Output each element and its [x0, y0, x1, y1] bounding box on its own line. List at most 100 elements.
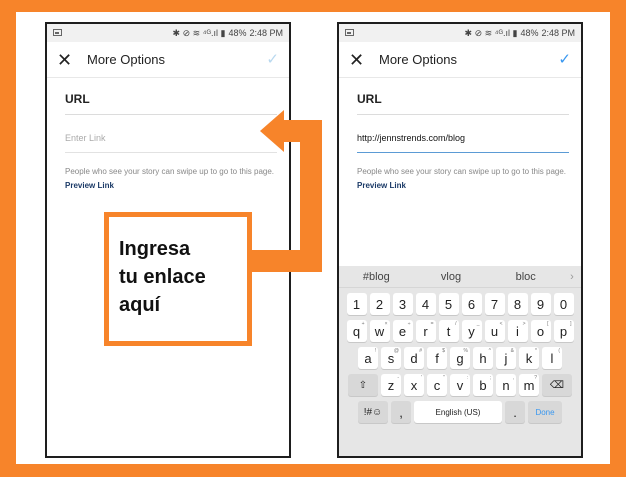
close-icon[interactable]: ✕ — [57, 51, 83, 69]
key-hint: $ — [442, 348, 445, 354]
check-icon[interactable]: ✓ — [558, 52, 571, 67]
key-1[interactable]: 1 — [346, 293, 367, 315]
key-hint: ÷ — [407, 321, 411, 327]
key-label: b — [479, 377, 487, 393]
key-f[interactable]: $ f — [427, 347, 447, 369]
key-n[interactable]: ,n — [496, 374, 516, 396]
key-label: i — [516, 323, 519, 339]
key-4[interactable]: 4 — [415, 293, 436, 315]
key-e[interactable]: ÷ e — [392, 320, 413, 342]
key-8[interactable]: 8 — [507, 293, 528, 315]
link-input[interactable]: http://jennstrends.com/blog — [357, 115, 569, 153]
key-w[interactable]: × w — [369, 320, 390, 342]
link-input[interactable]: Enter Link — [65, 115, 277, 153]
space-bar[interactable]: English (US) — [414, 401, 502, 423]
key-label: w — [374, 323, 385, 339]
key-k[interactable]: * k — [519, 347, 539, 369]
page-title: More Options — [379, 52, 458, 67]
check-icon[interactable]: ✓ — [266, 52, 279, 67]
close-icon[interactable]: ✕ — [349, 51, 375, 69]
backspace-icon[interactable]: ⌫ — [542, 374, 572, 396]
keyboard-row-4: !#☺ , English (US) . Done — [339, 401, 581, 423]
key-q[interactable]: + q — [346, 320, 367, 342]
key-a[interactable]: ! a — [358, 347, 378, 369]
period-key[interactable]: . — [505, 401, 525, 423]
key-l[interactable]: (l — [542, 347, 562, 369]
key-y[interactable]: _ y — [461, 320, 482, 342]
key-m[interactable]: ? m — [519, 374, 539, 396]
key-label: f — [435, 350, 439, 366]
key-label: k — [525, 350, 533, 366]
key-j[interactable]: & j — [496, 347, 516, 369]
key-v[interactable]: :v — [450, 374, 470, 396]
clock: 2:48 PM — [541, 28, 575, 38]
key-hint: ] — [570, 321, 572, 327]
done-key[interactable]: Done — [528, 401, 562, 423]
key-label: q — [352, 323, 361, 339]
key-o[interactable]: [o — [530, 320, 551, 342]
chevron-right-icon[interactable]: › — [563, 271, 581, 283]
key-2[interactable]: 2 — [369, 293, 390, 315]
key-6[interactable]: 6 — [461, 293, 482, 315]
preview-link[interactable]: Preview Link — [65, 181, 114, 190]
key-c[interactable]: " c — [427, 374, 447, 396]
key-hint: ( — [558, 348, 560, 354]
url-label: URL — [357, 88, 569, 115]
key-hint: ^ — [488, 348, 491, 354]
key-s[interactable]: @ s — [381, 347, 401, 369]
key-hint: + — [361, 321, 365, 327]
key-0[interactable]: 0 — [553, 293, 574, 315]
shift-key[interactable]: ⇧ — [348, 374, 378, 396]
suggestion[interactable]: vlog — [414, 271, 489, 283]
suggestion[interactable]: #blog — [339, 271, 414, 283]
preview-link[interactable]: Preview Link — [357, 181, 406, 190]
key-hint: ! — [374, 348, 376, 354]
key-hint: > — [522, 321, 526, 327]
key-u[interactable]: < u — [484, 320, 505, 342]
status-bar: ✱ ⊘ ≋ ⁴ᴳ.ıl ▮ 48% 2:48 PM — [339, 24, 581, 42]
key-label: g — [456, 350, 464, 366]
url-label: URL — [65, 88, 277, 115]
arrow-shaft-upper — [282, 120, 322, 142]
arrow-shaft-lower — [250, 250, 322, 272]
help-text: People who see your story can swipe up t… — [65, 165, 275, 193]
status-icons: ✱ ⊘ ≋ ⁴ᴳ.ıl ▮ — [464, 27, 518, 38]
key-p[interactable]: ] p — [553, 320, 574, 342]
comma-key[interactable]: , — [391, 401, 411, 423]
key-g[interactable]: % g — [450, 347, 470, 369]
key-h[interactable]: ^ h — [473, 347, 493, 369]
app-bar: ✕ More Options ✓ — [339, 42, 581, 78]
key-t[interactable]: / t — [438, 320, 459, 342]
key-label: c — [433, 377, 441, 393]
key-label: h — [479, 350, 487, 366]
callout-line: Ingresa — [119, 238, 191, 260]
key-d[interactable]: # d — [404, 347, 424, 369]
key-hint: _ — [476, 321, 480, 327]
key-9[interactable]: 9 — [530, 293, 551, 315]
gallery-icon — [53, 29, 62, 36]
suggestion[interactable]: bloc — [488, 271, 563, 283]
key-hint: < — [499, 321, 503, 327]
key-hint: , — [512, 375, 514, 381]
key-hint: @ — [393, 348, 399, 354]
key-i[interactable]: > i — [507, 320, 528, 342]
key-r[interactable]: = r — [415, 320, 436, 342]
right-phone-screen: ✱ ⊘ ≋ ⁴ᴳ.ıl ▮ 48% 2:48 PM ✕ More Options… — [337, 22, 583, 458]
key-label: o — [536, 323, 545, 339]
key-hint: * — [535, 348, 537, 354]
key-3[interactable]: 3 — [392, 293, 413, 315]
key-b[interactable]: ; b — [473, 374, 493, 396]
help-text-body: People who see your story can swipe up t… — [65, 167, 275, 176]
key-x[interactable]: ' x — [404, 374, 424, 396]
symbols-key[interactable]: !#☺ — [358, 401, 388, 423]
key-5[interactable]: 5 — [438, 293, 459, 315]
clock: 2:48 PM — [249, 28, 283, 38]
key-hint: / — [455, 321, 457, 327]
key-7[interactable]: 7 — [484, 293, 505, 315]
key-hint: " — [443, 375, 445, 381]
key-hint: - — [397, 375, 399, 381]
key-label: e — [398, 323, 407, 339]
key-z[interactable]: -z — [381, 374, 401, 396]
key-hint: & — [510, 348, 514, 354]
key-hint: : — [466, 375, 468, 381]
